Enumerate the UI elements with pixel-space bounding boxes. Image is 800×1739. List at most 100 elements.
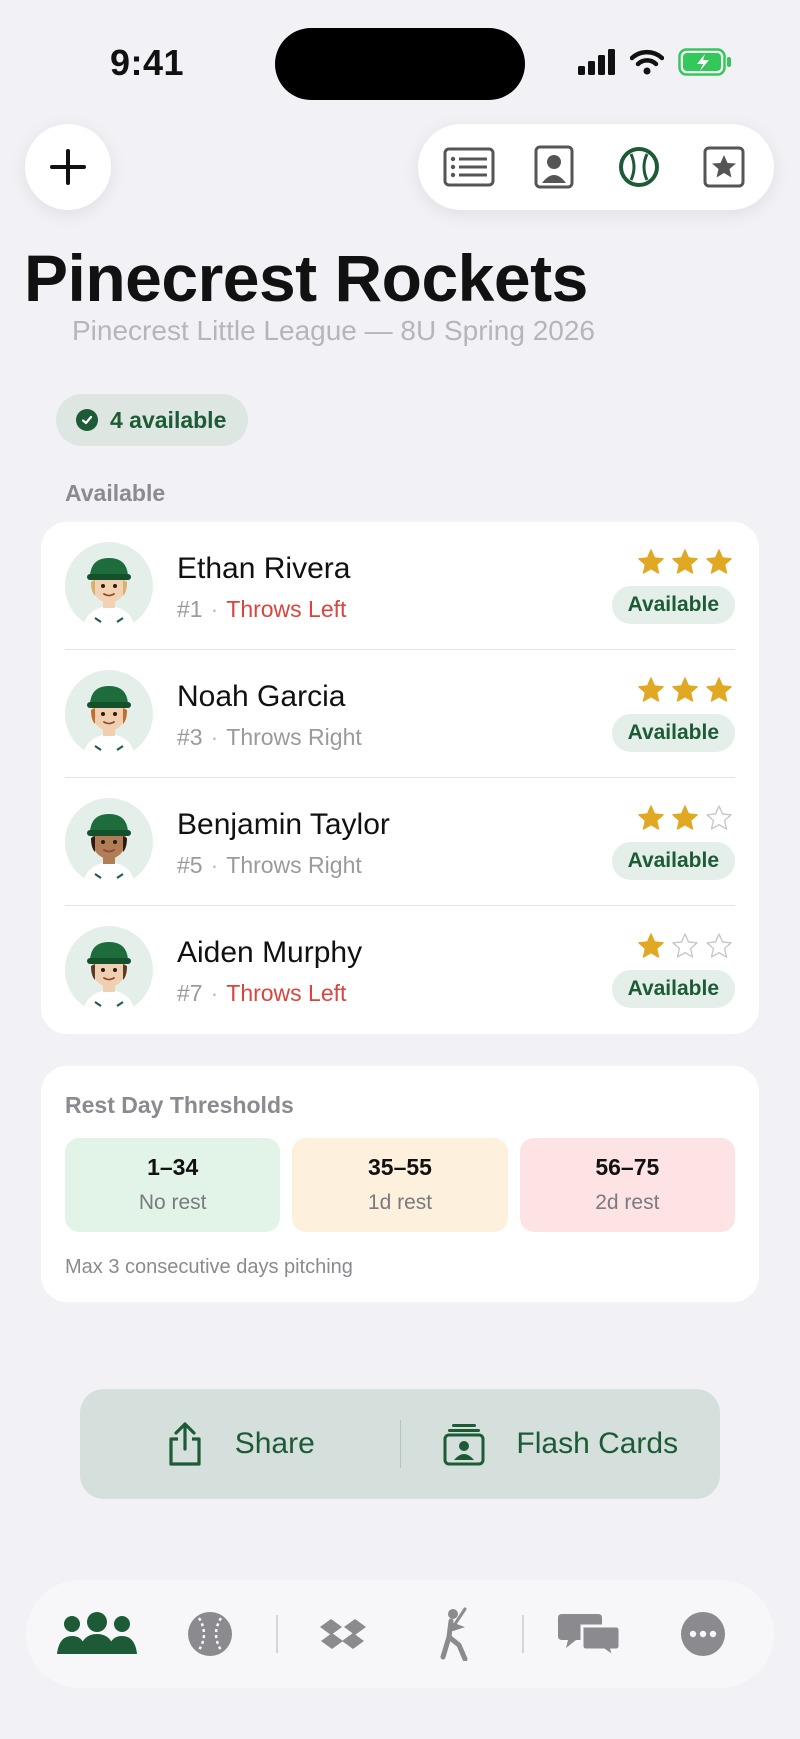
player-name: Benjamin Taylor bbox=[177, 808, 390, 841]
field-icon bbox=[320, 1619, 367, 1649]
player-throws: Throws Right bbox=[226, 852, 362, 878]
share-button[interactable]: Share bbox=[80, 1389, 400, 1499]
player-avatar-icon bbox=[83, 814, 135, 886]
tab-more[interactable] bbox=[655, 1594, 751, 1674]
threshold-rest: No rest bbox=[138, 1191, 207, 1214]
player-throws: Throws Right bbox=[226, 724, 362, 750]
player-meta: #7 · Throws Left bbox=[177, 980, 347, 1006]
player-avatar bbox=[65, 670, 153, 758]
thresholds-grid: 1–34 No rest 35–55 1d rest 56–75 2d rest bbox=[65, 1138, 735, 1232]
view-switcher bbox=[418, 124, 774, 210]
team-icon bbox=[56, 1612, 137, 1654]
player-rating bbox=[637, 804, 733, 832]
player-meta: #5 · Throws Right bbox=[177, 852, 362, 878]
status-icons bbox=[578, 48, 732, 76]
player-number: #7 bbox=[177, 980, 203, 1006]
tab-batting[interactable] bbox=[409, 1594, 505, 1674]
threshold-box: 56–75 2d rest bbox=[519, 1138, 735, 1232]
tab-divider bbox=[522, 1615, 525, 1653]
view-favorites-button[interactable] bbox=[689, 132, 759, 202]
status-badge: Available bbox=[611, 586, 735, 624]
player-number: #1 bbox=[177, 596, 203, 622]
tab-field[interactable] bbox=[295, 1594, 391, 1674]
player-meta: #1 · Throws Left bbox=[177, 596, 347, 622]
availability-count: 4 available bbox=[110, 406, 227, 433]
player-rating bbox=[637, 932, 733, 960]
chat-icon bbox=[557, 1614, 622, 1658]
signal-icon bbox=[578, 49, 615, 75]
wifi-icon bbox=[630, 49, 664, 75]
roster-list: Ethan Rivera #1 · Throws Left Available No… bbox=[41, 522, 759, 1034]
player-name: Aiden Murphy bbox=[177, 936, 363, 969]
tab-pitching[interactable] bbox=[162, 1594, 258, 1674]
share-label: Share bbox=[234, 1427, 315, 1460]
share-icon bbox=[169, 1422, 201, 1466]
baseball-icon bbox=[618, 147, 659, 187]
status-badge: Available bbox=[611, 714, 735, 752]
star-filled-icon bbox=[706, 677, 732, 702]
action-bar: Share Flash Cards bbox=[80, 1389, 720, 1499]
threshold-box: 1–34 No rest bbox=[65, 1138, 281, 1232]
tab-team[interactable] bbox=[49, 1594, 145, 1674]
player-throws: Throws Left bbox=[226, 596, 347, 622]
status-bar: 9:41 bbox=[0, 0, 800, 120]
view-pitching-button[interactable] bbox=[604, 132, 674, 202]
star-filled-icon bbox=[706, 549, 732, 574]
star-filled-icon bbox=[672, 805, 698, 830]
star-empty-icon bbox=[672, 933, 698, 958]
availability-badge: 4 available bbox=[56, 394, 249, 446]
player-throws: Throws Left bbox=[226, 980, 347, 1006]
add-player-button[interactable] bbox=[25, 124, 111, 210]
star-empty-icon bbox=[706, 805, 732, 830]
player-avatar-icon bbox=[83, 686, 135, 758]
player-avatar-icon bbox=[83, 942, 135, 1014]
star-square-icon bbox=[703, 146, 744, 188]
view-card-button[interactable] bbox=[519, 132, 589, 202]
star-filled-icon bbox=[638, 933, 664, 958]
player-row[interactable]: Aiden Murphy #7 · Throws Left Available bbox=[65, 906, 735, 1034]
star-filled-icon bbox=[638, 677, 664, 702]
player-avatar-icon bbox=[83, 558, 135, 630]
flash-cards-icon bbox=[443, 1424, 485, 1466]
player-row[interactable]: Ethan Rivera #1 · Throws Left Available bbox=[65, 522, 735, 650]
view-list-button[interactable] bbox=[434, 132, 504, 202]
section-label: Available bbox=[65, 480, 166, 506]
bottom-tab-bar bbox=[26, 1580, 774, 1688]
person-card-icon bbox=[534, 145, 573, 189]
dynamic-island bbox=[275, 28, 525, 100]
player-rating bbox=[637, 676, 733, 704]
flash-cards-button[interactable]: Flash Cards bbox=[401, 1389, 721, 1499]
player-row[interactable]: Noah Garcia #3 · Throws Right Available bbox=[65, 650, 735, 778]
thresholds-title: Rest Day Thresholds bbox=[65, 1092, 294, 1118]
player-rating bbox=[637, 548, 733, 576]
star-filled-icon bbox=[672, 549, 698, 574]
tab-messages[interactable] bbox=[542, 1594, 638, 1674]
player-number: #3 bbox=[177, 724, 203, 750]
player-avatar bbox=[65, 542, 153, 630]
threshold-range: 35–55 bbox=[368, 1154, 432, 1180]
player-avatar bbox=[65, 926, 153, 1014]
more-icon bbox=[681, 1612, 726, 1656]
thresholds-note: Max 3 consecutive days pitching bbox=[65, 1256, 353, 1278]
threshold-range: 1–34 bbox=[147, 1154, 199, 1180]
player-name: Noah Garcia bbox=[177, 680, 346, 713]
star-filled-icon bbox=[638, 549, 664, 574]
checkmark-icon bbox=[76, 409, 98, 431]
star-filled-icon bbox=[638, 805, 664, 830]
plus-icon bbox=[50, 149, 86, 185]
star-filled-icon bbox=[672, 677, 698, 702]
flash-cards-label: Flash Cards bbox=[516, 1427, 679, 1460]
status-badge: Available bbox=[611, 970, 735, 1008]
threshold-rest: 1d rest bbox=[367, 1191, 433, 1214]
tab-divider bbox=[275, 1615, 278, 1653]
battery-icon bbox=[678, 48, 731, 76]
list-icon bbox=[443, 147, 494, 187]
batter-icon bbox=[440, 1607, 468, 1661]
rest-thresholds-card: Rest Day Thresholds 1–34 No rest 35–55 1… bbox=[41, 1066, 759, 1302]
player-row[interactable]: Benjamin Taylor #5 · Throws Right Availabl… bbox=[65, 778, 735, 906]
player-name: Ethan Rivera bbox=[177, 552, 351, 585]
status-time: 9:41 bbox=[110, 42, 185, 83]
player-number: #5 bbox=[177, 852, 203, 878]
star-empty-icon bbox=[706, 933, 732, 958]
baseball-icon bbox=[188, 1612, 233, 1656]
